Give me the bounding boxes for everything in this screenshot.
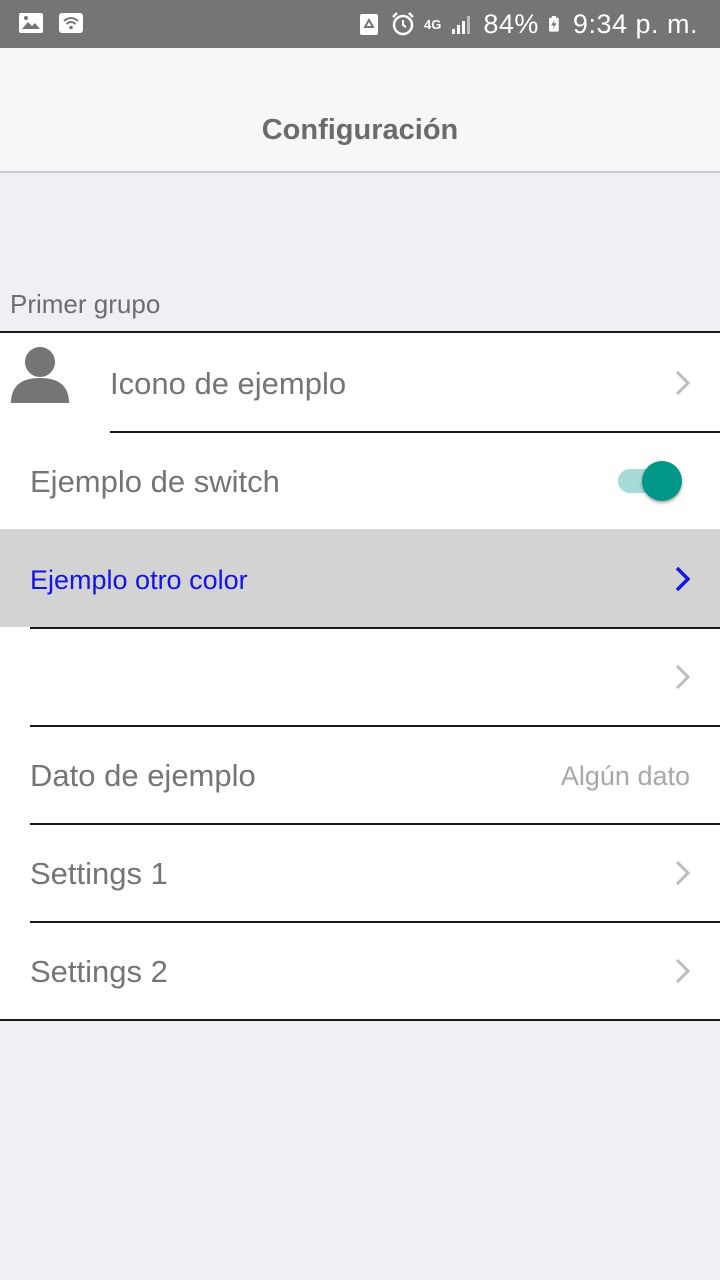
chevron-right-icon	[675, 664, 691, 690]
chevron-right-icon	[675, 566, 691, 592]
user-icon	[11, 347, 69, 403]
signal-icon	[452, 16, 471, 34]
switch-knob	[642, 461, 682, 501]
settings-row-icon-example[interactable]: Icono de ejemplo	[0, 333, 720, 433]
navigation-bar: Configuración	[0, 48, 720, 173]
settings-row-settings-1[interactable]: Settings 1	[0, 823, 720, 923]
gallery-icon	[19, 13, 43, 33]
status-bar: 4G 84% 9:34 p. m.	[0, 0, 720, 48]
settings-table: Icono de ejemplo Ejemplo de switch Ejemp…	[0, 331, 720, 1021]
row-label: Settings 2	[30, 954, 168, 989]
row-detail: Algún dato	[560, 761, 690, 791]
row-label: Icono de ejemplo	[110, 366, 347, 401]
settings-row-settings-2[interactable]: Settings 2	[0, 921, 720, 1019]
row-label: Dato de ejemplo	[30, 758, 256, 793]
chevron-right-icon	[675, 860, 691, 886]
chevron-right-icon	[675, 958, 691, 984]
row-label: Settings 1	[30, 856, 168, 891]
clock: 9:34 p. m.	[572, 9, 698, 39]
row-label: Ejemplo de switch	[30, 464, 280, 499]
network-type: 4G	[424, 16, 442, 32]
wifi-icon	[59, 13, 83, 33]
recycle-icon	[360, 14, 379, 35]
alarm-icon	[392, 12, 414, 36]
example-switch[interactable]	[618, 461, 682, 501]
settings-row-data: Dato de ejemplo Algún dato	[0, 725, 720, 825]
page-title: Configuración	[261, 114, 459, 146]
row-label: Ejemplo otro color	[30, 565, 248, 595]
battery-charging-icon	[548, 16, 559, 32]
settings-row-other-color[interactable]: Ejemplo otro color	[0, 529, 720, 629]
chevron-right-icon	[675, 370, 691, 396]
battery-percent: 84%	[483, 9, 539, 39]
settings-row-empty[interactable]	[0, 627, 720, 727]
settings-row-switch: Ejemplo de switch	[0, 431, 720, 531]
section-header: Primer grupo	[10, 289, 161, 319]
